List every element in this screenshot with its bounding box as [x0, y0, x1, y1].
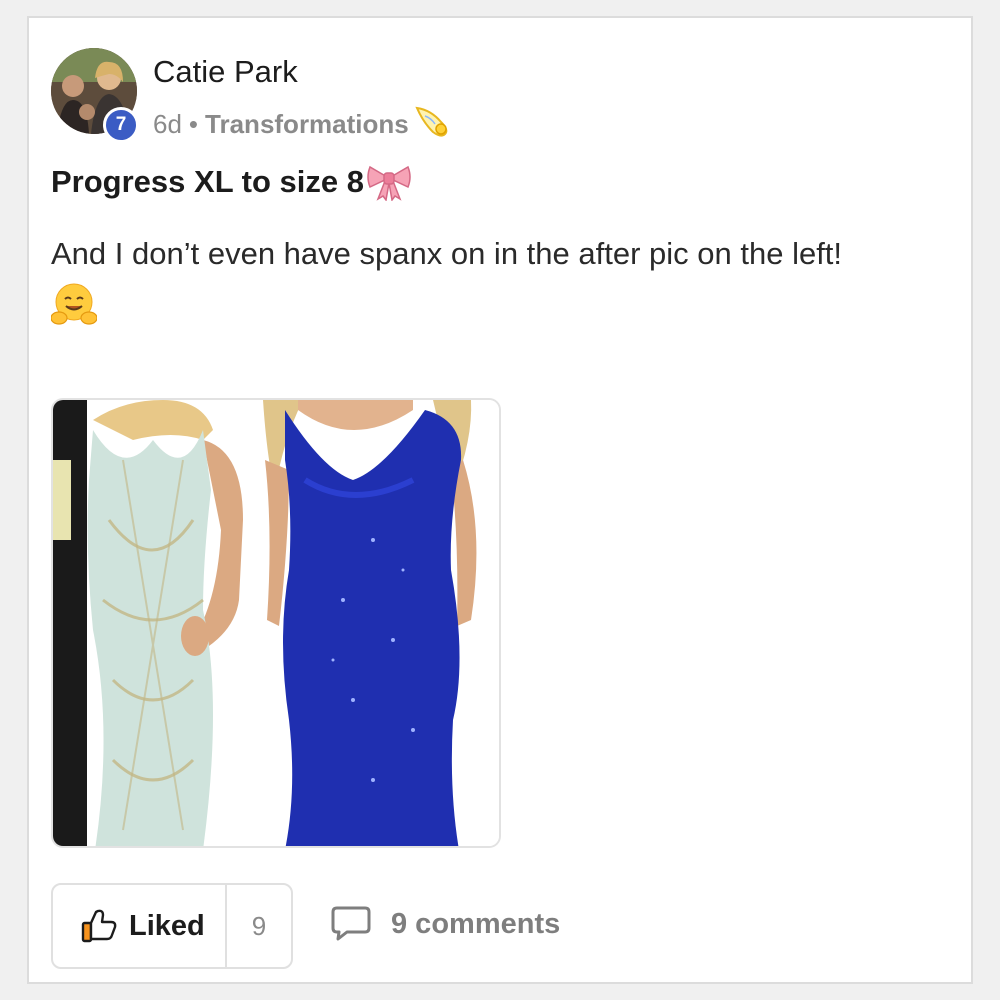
ribbon-bow-icon — [366, 163, 412, 201]
comments-link[interactable]: 9 comments — [331, 906, 560, 942]
author-name[interactable]: Catie Park — [153, 54, 298, 90]
like-count[interactable]: 9 — [227, 885, 291, 967]
post-title: Progress XL to size 8 — [51, 163, 412, 201]
post-body: And I don’t even have spanx on in the af… — [51, 236, 843, 271]
post-time[interactable]: 6d — [153, 109, 182, 140]
post-card: 7 Catie Park 6d • Transformations Progre… — [27, 16, 973, 984]
post-title-text: Progress XL to size 8 — [51, 164, 364, 199]
comment-bubble-icon — [331, 906, 371, 942]
meta-separator: • — [188, 109, 199, 139]
post-photo[interactable] — [51, 398, 501, 848]
post-meta: 6d • Transformations — [153, 104, 451, 145]
like-label: Liked — [129, 909, 205, 942]
comet-icon — [415, 104, 451, 145]
hugging-face-icon — [50, 282, 98, 331]
like-button[interactable]: Liked — [53, 885, 227, 967]
thumbs-up-icon — [81, 909, 117, 943]
like-control: Liked 9 — [51, 883, 293, 969]
comments-label: 9 comments — [391, 907, 561, 940]
post-category[interactable]: Transformations — [205, 109, 409, 140]
level-badge: 7 — [103, 107, 139, 143]
